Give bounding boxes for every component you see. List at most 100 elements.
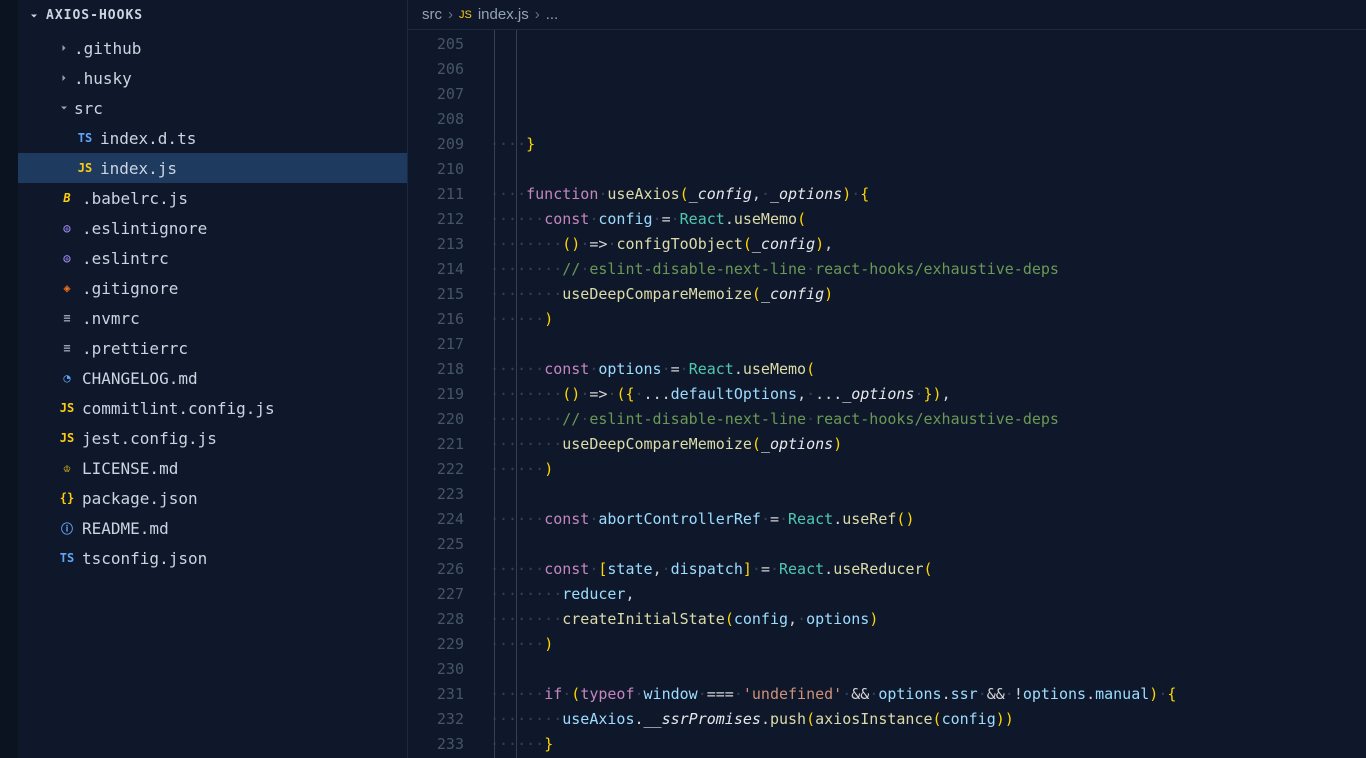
- editor: src › JS index.js › ... 2052062072082092…: [408, 0, 1366, 758]
- file-icon: JS: [76, 161, 94, 175]
- tree-item-label: tsconfig.json: [82, 549, 207, 568]
- chevron-right-icon: [58, 42, 72, 54]
- file-item[interactable]: ◎ .eslintrc: [18, 243, 407, 273]
- file-item[interactable]: JScommitlint.config.js: [18, 393, 407, 423]
- breadcrumb-file[interactable]: index.js: [478, 6, 529, 23]
- file-icon: ◈: [58, 281, 76, 295]
- line-number: 233: [408, 732, 464, 757]
- tree-item-label: LICENSE.md: [82, 459, 178, 478]
- folder-item[interactable]: .husky: [18, 63, 407, 93]
- tree-item-label: .gitignore: [82, 279, 178, 298]
- file-icon: {}: [58, 491, 76, 505]
- file-item[interactable]: ◎.eslintignore: [18, 213, 407, 243]
- sidebar-header[interactable]: AXIOS-HOOKS: [18, 0, 407, 31]
- tree-item-label: CHANGELOG.md: [82, 369, 198, 388]
- code-line[interactable]: [488, 157, 1366, 182]
- line-number: 215: [408, 282, 464, 307]
- line-number: 208: [408, 107, 464, 132]
- code-line[interactable]: ······const·[state,·dispatch]·=·React.us…: [488, 557, 1366, 582]
- code-line[interactable]: ········//·eslint-disable-next-line·reac…: [488, 257, 1366, 282]
- code-line[interactable]: ······const·abortControllerRef·=·React.u…: [488, 507, 1366, 532]
- code-line[interactable]: ······): [488, 307, 1366, 332]
- tree-item-label: index.d.ts: [100, 129, 196, 148]
- file-icon: ◎: [58, 251, 76, 265]
- line-number: 232: [408, 707, 464, 732]
- file-icon: ≡: [58, 341, 76, 355]
- chevron-down-icon: [28, 10, 40, 22]
- file-item[interactable]: ◈ .gitignore: [18, 273, 407, 303]
- file-item[interactable]: JSindex.js: [18, 153, 407, 183]
- file-item[interactable]: {}package.json: [18, 483, 407, 513]
- line-number: 217: [408, 332, 464, 357]
- code-line[interactable]: ······): [488, 632, 1366, 657]
- chevron-right-icon: [58, 72, 72, 84]
- project-title: AXIOS-HOOKS: [46, 8, 143, 23]
- code-line[interactable]: ····function·useAxios(_config,·_options)…: [488, 182, 1366, 207]
- file-item[interactable]: TS index.d.ts: [18, 123, 407, 153]
- file-item[interactable]: B .babelrc.js: [18, 183, 407, 213]
- tree-item-label: .babelrc.js: [82, 189, 188, 208]
- file-item[interactable]: ◔ CHANGELOG.md: [18, 363, 407, 393]
- file-icon: JS: [58, 401, 76, 415]
- code-area[interactable]: 2052062072082092102112122132142152162172…: [408, 30, 1366, 758]
- file-icon: ♔: [58, 461, 76, 475]
- code[interactable]: ····} ····function·useAxios(_config,·_op…: [488, 30, 1366, 758]
- tree-item-label: README.md: [82, 519, 169, 538]
- file-item[interactable]: ⓘ README.md: [18, 513, 407, 543]
- js-icon: JS: [459, 9, 472, 21]
- file-icon: B: [58, 191, 76, 205]
- fold-guide: [494, 30, 495, 758]
- file-item[interactable]: ♔ LICENSE.md: [18, 453, 407, 483]
- code-line[interactable]: [488, 332, 1366, 357]
- file-item[interactable]: ≡.nvmrc: [18, 303, 407, 333]
- tree-item-label: jest.config.js: [82, 429, 217, 448]
- code-line[interactable]: [488, 482, 1366, 507]
- file-item[interactable]: JSjest.config.js: [18, 423, 407, 453]
- line-number: 223: [408, 482, 464, 507]
- file-item[interactable]: TStsconfig.json: [18, 543, 407, 573]
- file-tree: .github .husky src TS index.d.ts JSindex.js B.…: [18, 31, 407, 758]
- code-line[interactable]: ········useDeepCompareMemoize(_options): [488, 432, 1366, 457]
- file-icon: ◔: [58, 371, 76, 385]
- tree-item-label: src: [74, 99, 103, 118]
- line-number: 227: [408, 582, 464, 607]
- code-line[interactable]: ····}: [488, 132, 1366, 157]
- folder-item[interactable]: src: [18, 93, 407, 123]
- code-line[interactable]: ······): [488, 457, 1366, 482]
- breadcrumb-separator: ›: [448, 6, 453, 23]
- file-item[interactable]: ≡.prettierrc: [18, 333, 407, 363]
- line-number: 222: [408, 457, 464, 482]
- fold-guide: [516, 30, 517, 758]
- code-line[interactable]: ······if·(typeof·window·===·'undefined'·…: [488, 682, 1366, 707]
- breadcrumb-folder[interactable]: src: [422, 6, 442, 23]
- code-line[interactable]: ······}: [488, 732, 1366, 757]
- breadcrumb[interactable]: src › JS index.js › ...: [408, 0, 1366, 30]
- breadcrumb-symbol[interactable]: ...: [546, 6, 559, 23]
- code-line[interactable]: ········reducer,: [488, 582, 1366, 607]
- line-number: 209: [408, 132, 464, 157]
- tree-item-label: .nvmrc: [82, 309, 140, 328]
- code-line[interactable]: [488, 532, 1366, 557]
- code-line[interactable]: ········useAxios.__ssrPromises.push(axio…: [488, 707, 1366, 732]
- tree-item-label: .husky: [74, 69, 132, 88]
- line-number: 228: [408, 607, 464, 632]
- line-number: 212: [408, 207, 464, 232]
- line-number: 207: [408, 82, 464, 107]
- line-number: 214: [408, 257, 464, 282]
- line-number: 219: [408, 382, 464, 407]
- code-line[interactable]: ········()·=>·({·...defaultOptions,·..._…: [488, 382, 1366, 407]
- file-icon: TS: [76, 131, 94, 145]
- code-line[interactable]: ········//·eslint-disable-next-line·reac…: [488, 407, 1366, 432]
- code-line[interactable]: ········createInitialState(config,·optio…: [488, 607, 1366, 632]
- breadcrumb-separator: ›: [535, 6, 540, 23]
- code-line[interactable]: ······const·config·=·React.useMemo(: [488, 207, 1366, 232]
- tree-item-label: .eslintrc: [82, 249, 169, 268]
- folder-item[interactable]: .github: [18, 33, 407, 63]
- code-line[interactable]: [488, 657, 1366, 682]
- sidebar: AXIOS-HOOKS .github .husky src TS index.d.ts…: [18, 0, 408, 758]
- code-line[interactable]: ········()·=>·configToObject(_config),: [488, 232, 1366, 257]
- code-line[interactable]: ······const·options·=·React.useMemo(: [488, 357, 1366, 382]
- tree-item-label: .eslintignore: [82, 219, 207, 238]
- code-line[interactable]: ········useDeepCompareMemoize(_config): [488, 282, 1366, 307]
- file-icon: ⓘ: [58, 520, 76, 537]
